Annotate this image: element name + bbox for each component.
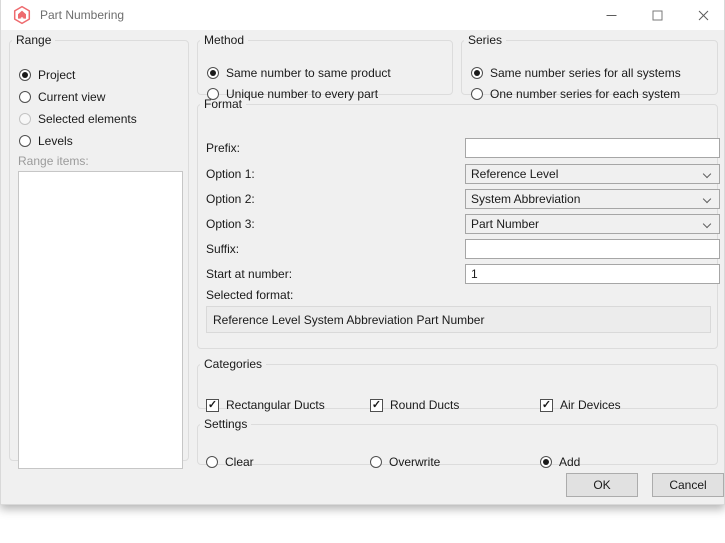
cancel-button[interactable]: Cancel — [652, 473, 724, 497]
suffix-label: Suffix: — [206, 242, 239, 256]
radio-label: Selected elements — [38, 112, 137, 126]
option3-dropdown[interactable]: Part Number — [465, 214, 720, 234]
radio-icon — [370, 456, 382, 468]
settings-group-legend: Settings — [200, 417, 251, 431]
radio-label: Same number to same product — [226, 66, 391, 80]
selected-format-value: Reference Level System Abbreviation Part… — [213, 313, 484, 327]
option2-dropdown[interactable]: System Abbreviation — [465, 189, 720, 209]
radio-selected-elements: Selected elements — [19, 111, 137, 127]
minimize-button[interactable] — [588, 0, 634, 30]
series-group-legend: Series — [464, 33, 506, 47]
checkbox-air-devices[interactable]: ✓ Air Devices — [540, 397, 621, 413]
checkbox-label: Air Devices — [560, 398, 621, 412]
radio-icon — [207, 67, 219, 79]
range-group: Range Project Current view Selected elem… — [9, 33, 189, 461]
checkbox-label: Rectangular Ducts — [226, 398, 325, 412]
radio-label: Overwrite — [389, 455, 440, 469]
range-items-listbox[interactable] — [18, 171, 183, 469]
window-title: Part Numbering — [40, 8, 124, 22]
prefix-input[interactable] — [465, 138, 720, 158]
radio-icon — [19, 135, 31, 147]
prefix-label: Prefix: — [206, 141, 240, 155]
radio-label: Levels — [38, 134, 73, 148]
range-group-legend: Range — [12, 33, 55, 47]
categories-group: Categories ✓ Rectangular Ducts ✓ Round D… — [197, 357, 718, 409]
checkbox-round-ducts[interactable]: ✓ Round Ducts — [370, 397, 459, 413]
selected-format-box: Reference Level System Abbreviation Part… — [206, 306, 711, 333]
suffix-input[interactable] — [465, 239, 720, 259]
maximize-button[interactable] — [634, 0, 680, 30]
close-button[interactable] — [680, 0, 725, 30]
radio-label: Project — [38, 68, 75, 82]
titlebar[interactable]: Part Numbering — [1, 0, 724, 30]
format-group-legend: Format — [200, 97, 246, 111]
option3-label: Option 3: — [206, 217, 255, 231]
radio-clear[interactable]: Clear — [206, 454, 254, 470]
radio-current-view[interactable]: Current view — [19, 89, 105, 105]
radio-project[interactable]: Project — [19, 67, 75, 83]
start-at-number-label: Start at number: — [206, 267, 292, 281]
part-numbering-dialog: Part Numbering Range Project Curren — [0, 0, 725, 505]
start-at-number-input[interactable] — [465, 264, 720, 284]
checkbox-icon: ✓ — [540, 399, 553, 412]
option2-value: System Abbreviation — [471, 192, 580, 206]
radio-same-series-all-systems[interactable]: Same number series for all systems — [471, 65, 681, 81]
option1-label: Option 1: — [206, 167, 255, 181]
method-group: Method Same number to same product Uniqu… — [197, 33, 453, 95]
option3-value: Part Number — [471, 217, 539, 231]
radio-levels[interactable]: Levels — [19, 133, 73, 149]
checkbox-label: Round Ducts — [390, 398, 459, 412]
radio-label: Same number series for all systems — [490, 66, 681, 80]
option2-label: Option 2: — [206, 192, 255, 206]
minimize-icon — [606, 10, 617, 21]
chevron-down-icon — [703, 220, 711, 228]
radio-label: Clear — [225, 455, 254, 469]
radio-icon — [19, 69, 31, 81]
settings-group: Settings Clear Overwrite Add — [197, 417, 718, 465]
ok-button[interactable]: OK — [566, 473, 638, 497]
radio-icon — [471, 67, 483, 79]
format-group: Format Prefix: Option 1: Reference Level… — [197, 97, 718, 349]
radio-icon — [19, 91, 31, 103]
radio-label: Current view — [38, 90, 105, 104]
close-icon — [698, 10, 709, 21]
categories-group-legend: Categories — [200, 357, 266, 371]
radio-icon — [540, 456, 552, 468]
radio-same-number-same-product[interactable]: Same number to same product — [207, 65, 391, 81]
maximize-icon — [652, 10, 663, 21]
selected-format-label: Selected format: — [206, 288, 293, 302]
radio-label: Add — [559, 455, 580, 469]
checkbox-icon: ✓ — [206, 399, 219, 412]
radio-add[interactable]: Add — [540, 454, 580, 470]
method-group-legend: Method — [200, 33, 248, 47]
radio-overwrite[interactable]: Overwrite — [370, 454, 440, 470]
radio-icon — [206, 456, 218, 468]
option1-dropdown[interactable]: Reference Level — [465, 164, 720, 184]
radio-icon — [19, 113, 31, 125]
option1-value: Reference Level — [471, 167, 558, 181]
checkbox-icon: ✓ — [370, 399, 383, 412]
series-group: Series Same number series for all system… — [461, 33, 718, 95]
checkbox-rectangular-ducts[interactable]: ✓ Rectangular Ducts — [206, 397, 325, 413]
app-logo-icon — [12, 5, 32, 25]
chevron-down-icon — [703, 170, 711, 178]
chevron-down-icon — [703, 195, 711, 203]
range-items-label: Range items: — [18, 154, 89, 168]
